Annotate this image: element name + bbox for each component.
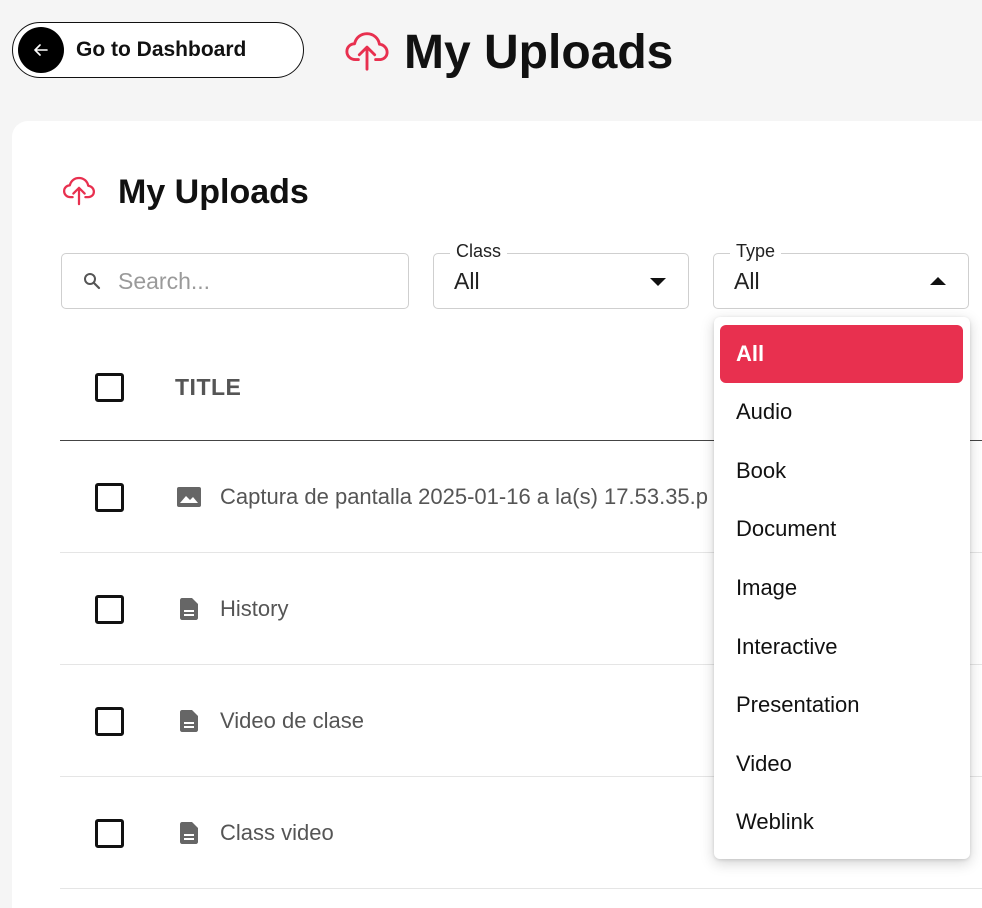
type-option-book[interactable]: Book bbox=[720, 442, 963, 500]
card-header: My Uploads bbox=[62, 173, 309, 212]
type-option-all[interactable]: All bbox=[720, 325, 963, 383]
row-checkbox[interactable] bbox=[95, 483, 124, 512]
row-title: Captura de pantalla 2025-01-16 a la(s) 1… bbox=[220, 484, 709, 509]
type-filter-select[interactable]: Type All bbox=[713, 241, 969, 309]
type-option-audio[interactable]: Audio bbox=[720, 383, 963, 441]
image-icon bbox=[177, 485, 201, 509]
type-filter-label: Type bbox=[730, 241, 782, 262]
type-option-interactive[interactable]: Interactive bbox=[720, 618, 963, 676]
row-title: Video de clase bbox=[220, 708, 364, 733]
type-filter-value: All bbox=[734, 268, 760, 294]
row-title: History bbox=[220, 596, 289, 621]
go-to-dashboard-label: Go to Dashboard bbox=[76, 38, 247, 61]
search-box[interactable] bbox=[61, 253, 409, 309]
class-filter-value: All bbox=[454, 268, 480, 294]
type-dropdown-menu: All Audio Book Document Image Interactiv… bbox=[714, 317, 970, 859]
arrow-left-icon bbox=[18, 27, 64, 73]
top-bar: Go to Dashboard My Uploads bbox=[0, 0, 982, 110]
row-title: Class video bbox=[220, 820, 334, 845]
class-filter-select[interactable]: Class All bbox=[433, 241, 689, 309]
card-title: My Uploads bbox=[118, 173, 309, 211]
cloud-upload-icon bbox=[62, 173, 96, 212]
title-column-header[interactable]: TITLE bbox=[175, 374, 241, 401]
type-option-weblink[interactable]: Weblink bbox=[720, 793, 963, 851]
document-icon bbox=[177, 709, 201, 733]
type-option-image[interactable]: Image bbox=[720, 559, 963, 617]
document-icon bbox=[177, 597, 201, 621]
type-option-document[interactable]: Document bbox=[720, 500, 963, 558]
type-option-presentation[interactable]: Presentation bbox=[720, 676, 963, 734]
document-icon bbox=[177, 821, 201, 845]
go-to-dashboard-button[interactable]: Go to Dashboard bbox=[12, 22, 304, 78]
caret-down-icon bbox=[650, 278, 666, 286]
row-checkbox[interactable] bbox=[95, 819, 124, 848]
select-all-checkbox[interactable] bbox=[95, 373, 124, 402]
page-title-group: My Uploads bbox=[344, 22, 673, 82]
type-option-video[interactable]: Video bbox=[720, 735, 963, 793]
search-icon bbox=[82, 271, 102, 291]
row-checkbox[interactable] bbox=[95, 595, 124, 624]
cloud-upload-icon bbox=[344, 27, 390, 78]
row-checkbox[interactable] bbox=[95, 707, 124, 736]
caret-up-icon bbox=[930, 277, 946, 285]
page-title: My Uploads bbox=[404, 25, 674, 79]
search-input[interactable] bbox=[118, 267, 388, 295]
class-filter-label: Class bbox=[450, 241, 508, 262]
